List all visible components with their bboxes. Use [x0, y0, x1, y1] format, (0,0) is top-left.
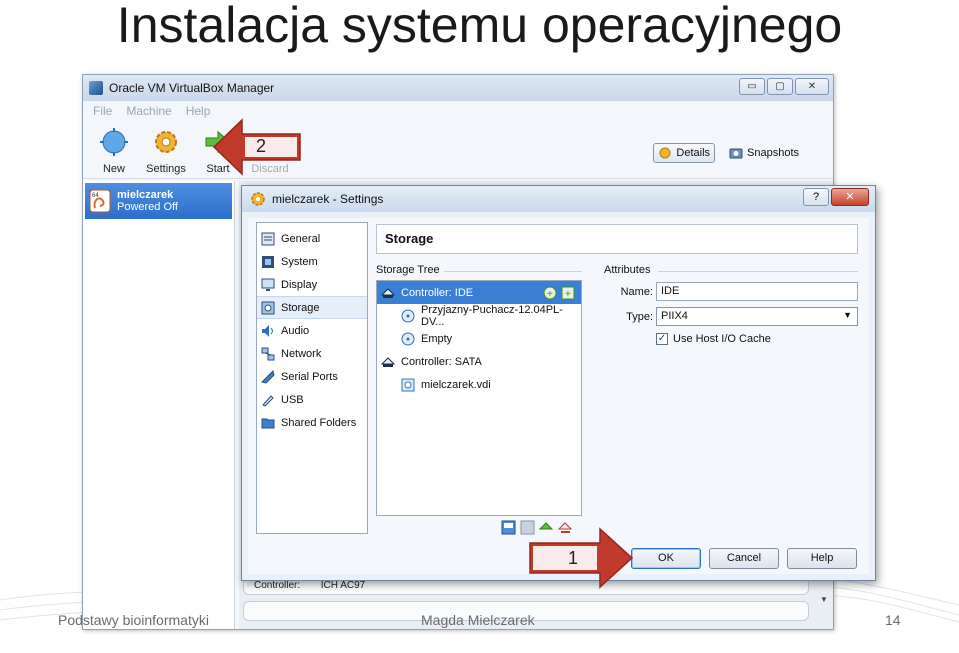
category-storage[interactable]: Storage — [257, 296, 367, 319]
dialog-body: General System Display Storage Audio Net… — [248, 218, 869, 574]
details-button[interactable]: Details — [653, 143, 716, 163]
vm-state: Powered Off — [117, 201, 178, 213]
help-title-button[interactable]: ? — [803, 188, 829, 206]
snapshots-button[interactable]: Snapshots — [725, 145, 803, 161]
usb-icon — [262, 394, 274, 407]
controller-type-select[interactable]: PIIX4 ▼ — [656, 307, 858, 326]
close-dialog-button[interactable]: ✕ — [831, 188, 869, 206]
page-number: 14 — [885, 612, 901, 628]
category-serial-ports[interactable]: Serial Ports — [257, 365, 367, 388]
tree-item-optical-drive[interactable]: Przyjazny-Puchacz-12.04PL-DV... — [377, 304, 581, 328]
type-label: Type: — [626, 311, 653, 323]
shared-folders-icon — [261, 418, 275, 428]
controller-icon — [381, 287, 395, 298]
name-label: Name: — [620, 286, 653, 298]
system-icon — [262, 255, 274, 268]
storage-icon — [261, 301, 275, 314]
general-icon — [261, 232, 275, 245]
cancel-button[interactable]: Cancel — [709, 548, 779, 569]
menu-file[interactable]: File — [93, 104, 112, 118]
vm-name: mielczarek — [117, 189, 174, 201]
category-shared-folders[interactable]: Shared Folders — [257, 411, 367, 434]
settings-category-list: General System Display Storage Audio Net… — [256, 222, 368, 534]
gear-icon — [155, 131, 177, 153]
footer-author: Magda Mielczarek — [421, 612, 535, 628]
menu-help[interactable]: Help — [186, 104, 211, 118]
vm-list: 64 mielczarek Powered Off — [83, 181, 235, 629]
settings-dialog: mielczarek - Settings ? ✕ General System… — [241, 185, 876, 581]
footer-course: Podstawy bioinformatyki — [58, 612, 209, 628]
manager-title: Oracle VM VirtualBox Manager — [109, 81, 275, 95]
vm-os-icon: 64 — [89, 189, 111, 213]
camera-icon — [729, 148, 743, 159]
add-optical-drive-icon[interactable]: + — [543, 286, 557, 300]
audio-icon — [262, 324, 273, 337]
ok-button[interactable]: OK — [631, 548, 701, 569]
annotation-label-2: 2 — [256, 136, 267, 156]
svg-text:+: + — [565, 289, 571, 300]
tree-item-controller-ide[interactable]: Controller: IDE + + — [377, 281, 581, 304]
controller-name-field[interactable]: IDE — [656, 282, 858, 301]
new-button[interactable]: New — [91, 127, 137, 178]
tree-item-hard-disk[interactable]: mielczarek.vdi — [377, 373, 581, 396]
annotation-arrow-1 — [529, 527, 634, 589]
category-display[interactable]: Display — [257, 273, 367, 296]
category-audio[interactable]: Audio — [257, 319, 367, 342]
group-divider — [444, 271, 582, 272]
maximize-button[interactable]: ▢ — [767, 78, 793, 95]
category-usb[interactable]: USB — [257, 388, 367, 411]
vm-list-item[interactable]: 64 mielczarek Powered Off — [85, 183, 232, 219]
manager-titlebar: Oracle VM VirtualBox Manager ▭ ▢ ✕ — [83, 75, 833, 101]
virtualbox-logo-icon — [89, 81, 103, 95]
optical-disc-icon — [401, 309, 415, 322]
controller-icon — [381, 356, 395, 367]
menu-machine[interactable]: Machine — [126, 104, 171, 118]
page-title: Storage — [376, 224, 858, 254]
optical-disc-icon — [401, 332, 415, 345]
tree-item-empty-drive[interactable]: Empty — [377, 327, 581, 350]
settings-button[interactable]: Settings — [143, 127, 189, 178]
svg-text:64: 64 — [92, 193, 99, 199]
menu-bar: File Machine Help — [83, 101, 833, 121]
add-attachment-icon[interactable] — [501, 520, 516, 535]
controller-value: ICH AC97 — [320, 580, 366, 591]
serial-ports-icon — [261, 369, 275, 384]
help-button[interactable]: Help — [787, 548, 857, 569]
minimize-button[interactable]: ▭ — [739, 78, 765, 95]
view-switcher: Details Snapshots — [653, 143, 803, 163]
slide-title: Instalacja systemu operacyjnego — [116, 0, 843, 53]
annotation-label-1: 1 — [568, 548, 579, 568]
category-system[interactable]: System — [257, 250, 367, 273]
add-hard-disk-icon[interactable]: + — [561, 286, 575, 300]
gear-icon — [251, 192, 265, 206]
svg-text:+: + — [547, 289, 553, 300]
tree-item-controller-sata[interactable]: Controller: SATA — [377, 350, 581, 373]
group-divider — [658, 271, 858, 272]
host-cache-checkbox[interactable]: ✓ Use Host I/O Cache — [656, 333, 771, 345]
network-icon — [261, 347, 275, 360]
gear-icon — [659, 147, 671, 159]
dialog-title: mielczarek - Settings — [272, 192, 384, 206]
hard-disk-icon — [401, 378, 415, 391]
close-button[interactable]: ✕ — [795, 78, 829, 95]
storage-tree-label: Storage Tree — [376, 264, 440, 276]
category-general[interactable]: General — [257, 227, 367, 250]
checkbox-checked: ✓ — [656, 333, 668, 345]
new-icon — [100, 128, 128, 156]
display-icon — [261, 278, 275, 291]
dialog-titlebar: mielczarek - Settings — [242, 186, 875, 212]
storage-tree: Controller: IDE + + Przyjazny-Puchacz-12… — [376, 280, 582, 516]
attributes-label: Attributes — [604, 264, 651, 276]
category-network[interactable]: Network — [257, 342, 367, 365]
scroll-down-icon[interactable]: ▼ — [817, 595, 831, 627]
chevron-down-icon: ▼ — [843, 310, 852, 320]
